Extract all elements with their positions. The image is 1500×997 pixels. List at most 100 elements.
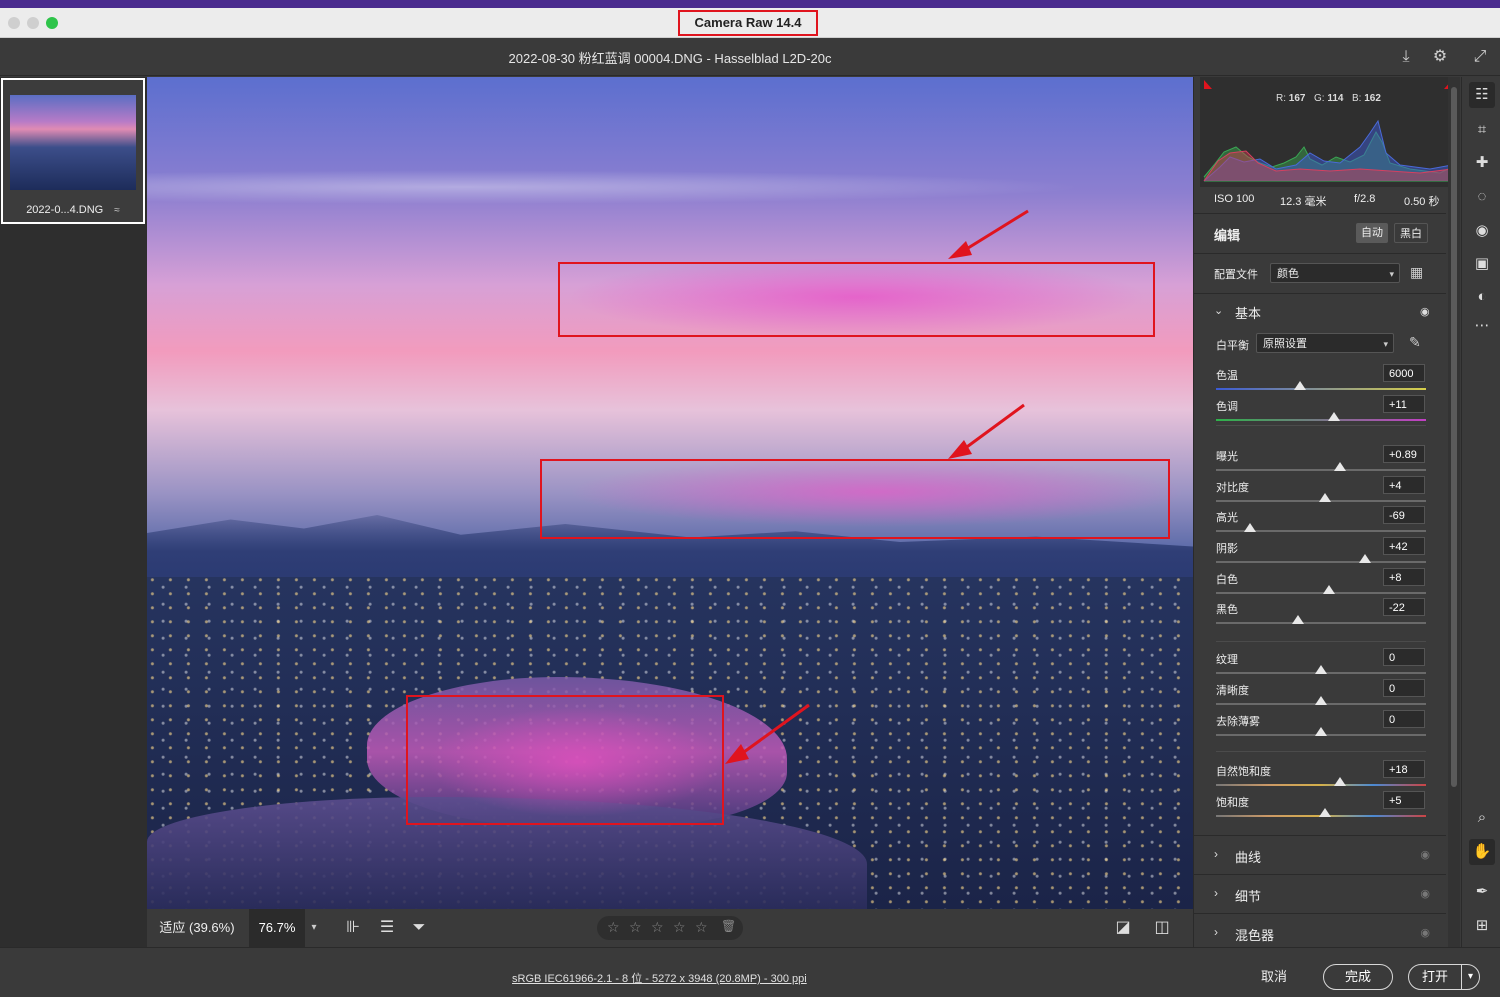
eye-icon[interactable]: ◉ (1420, 305, 1430, 318)
more-icon[interactable]: ⋯ (1469, 313, 1495, 339)
cancel-button[interactable]: 取消 (1248, 964, 1300, 990)
slider-track[interactable] (1216, 622, 1426, 624)
rating-star-5[interactable]: ☆ (695, 919, 708, 936)
annotation-box-lower-cloud (540, 459, 1170, 539)
auto-button[interactable]: 自动 (1356, 223, 1388, 243)
slider-handle[interactable] (1315, 727, 1327, 736)
slider-value-field[interactable]: +42 (1383, 537, 1425, 555)
annotation-box-river (406, 695, 724, 825)
slider-value-field[interactable]: -22 (1383, 598, 1425, 616)
slider-handle[interactable] (1328, 412, 1340, 421)
gear-icon[interactable]: ⚙ (1430, 47, 1450, 67)
rating-star-3[interactable]: ☆ (651, 919, 664, 936)
rating-star-1[interactable]: ☆ (607, 919, 620, 936)
zoom-dropdown-chevron-icon[interactable]: ▾ (305, 909, 323, 947)
panel-scrollbar[interactable] (1448, 77, 1460, 947)
profile-select[interactable]: 颜色 ▾ (1270, 263, 1400, 283)
sort-icon[interactable]: ☰ (377, 918, 397, 938)
slider-value-field[interactable]: 0 (1383, 679, 1425, 697)
annotation-arrow-river (725, 703, 810, 764)
zoom-fit-button[interactable]: 适应 (39.6%) (147, 909, 247, 947)
sampler-icon[interactable]: ✒ (1469, 879, 1495, 905)
slider-track[interactable] (1216, 419, 1426, 421)
before-after-single-icon[interactable]: ◪ (1113, 918, 1133, 938)
slider-handle[interactable] (1315, 696, 1327, 705)
before-after-split-icon[interactable]: ◫ (1152, 918, 1172, 938)
fullscreen-icon[interactable]: ⤢ (1470, 47, 1490, 67)
eye-icon[interactable]: ◉ (1420, 887, 1430, 900)
slider-label: 清晰度 (1216, 685, 1249, 697)
slider-track[interactable] (1216, 784, 1426, 786)
app-title: Camera Raw 14.4 (678, 10, 818, 36)
slider-label: 高光 (1216, 512, 1238, 524)
panel-detail[interactable]: › 细节 ◉ (1194, 874, 1446, 913)
rating-star-4[interactable]: ☆ (673, 919, 686, 936)
panel-curves[interactable]: › 曲线 ◉ (1194, 835, 1446, 874)
slider-handle[interactable] (1334, 462, 1346, 471)
slider-handle[interactable] (1319, 808, 1331, 817)
slider-track[interactable] (1216, 592, 1426, 594)
grid-icon[interactable]: ⊞ (1469, 913, 1495, 939)
slider-handle[interactable] (1359, 554, 1371, 563)
zoom-level-field[interactable]: 76.7% (249, 909, 305, 947)
slider-value-field[interactable]: 0 (1383, 648, 1425, 666)
system-menu-bar (0, 0, 1500, 8)
slider-track[interactable] (1216, 388, 1426, 390)
eye-icon[interactable]: ◉ (1420, 926, 1430, 939)
chevron-down-icon[interactable]: ▾ (1461, 965, 1479, 989)
slider-track[interactable] (1216, 469, 1426, 471)
slider-handle[interactable] (1334, 777, 1346, 786)
hand-icon[interactable]: ✋ (1469, 839, 1495, 865)
profile-browser-icon[interactable]: ▦ (1410, 264, 1423, 281)
slider-value-field[interactable]: +5 (1383, 791, 1425, 809)
image-preview[interactable] (147, 77, 1193, 909)
window-maximize-button[interactable] (46, 17, 58, 29)
slider-handle[interactable] (1294, 381, 1306, 390)
slider-value-field[interactable]: +18 (1383, 760, 1425, 778)
black-white-button[interactable]: 黑白 (1394, 223, 1428, 243)
slider-handle[interactable] (1315, 665, 1327, 674)
slider-label: 色温 (1216, 370, 1238, 382)
rating-star-2[interactable]: ☆ (629, 919, 642, 936)
white-balance-select[interactable]: 原照设置 ▾ (1256, 333, 1394, 353)
filter-icon[interactable]: ⏷ (409, 918, 429, 938)
slider-value-field[interactable]: +8 (1383, 568, 1425, 586)
eye-icon[interactable]: ◉ (1420, 848, 1430, 861)
zoom-icon[interactable]: ⌕ (1469, 805, 1495, 831)
healing-icon[interactable]: ✚ (1469, 150, 1495, 176)
edit-sliders-icon[interactable]: ☷ (1469, 82, 1495, 108)
chevron-right-icon: › (1214, 886, 1218, 900)
slider-value-field[interactable]: +11 (1383, 395, 1425, 413)
slider-value-field[interactable]: 6000 (1383, 364, 1425, 382)
trash-icon[interactable]: 🗑 (721, 919, 736, 933)
slider-value-field[interactable]: +4 (1383, 476, 1425, 494)
window-minimize-button[interactable] (27, 17, 39, 29)
chevron-down-icon[interactable]: ⌄ (1214, 304, 1223, 317)
slider-handle[interactable] (1244, 523, 1256, 532)
snapshots-icon[interactable]: ▣ (1469, 251, 1495, 277)
basic-section-title[interactable]: 基本 (1235, 303, 1261, 322)
b-value: 162 (1364, 93, 1381, 104)
slider-value-field[interactable]: +0.89 (1383, 445, 1425, 463)
slider-handle[interactable] (1323, 585, 1335, 594)
filmstrip-toggle-icon[interactable]: ⊪ (343, 918, 363, 938)
slider-handle[interactable] (1319, 493, 1331, 502)
workflow-options-link[interactable]: sRGB IEC61966-2.1 - 8 位 - 5272 x 3948 (2… (512, 970, 807, 986)
window-close-button[interactable] (8, 17, 20, 29)
crop-icon[interactable]: ⌗ (1469, 117, 1495, 143)
done-button[interactable]: 完成 (1323, 964, 1393, 990)
slider-track[interactable] (1216, 561, 1426, 563)
filmstrip-thumbnail[interactable]: 2022-0...4.DNG ≈ (1, 78, 145, 224)
slider-value-field[interactable]: -69 (1383, 506, 1425, 524)
slider-value-field[interactable]: 0 (1383, 710, 1425, 728)
save-image-icon[interactable]: ⤓ (1396, 47, 1416, 67)
open-button[interactable]: 打开 ▾ (1408, 964, 1480, 990)
red-eye-icon[interactable]: ◉ (1469, 218, 1495, 244)
presets-icon[interactable]: ◐ (1469, 284, 1495, 310)
scrollbar-thumb[interactable] (1451, 87, 1457, 787)
presence-divider (1216, 641, 1426, 642)
g-value: 114 (1327, 93, 1344, 104)
mask-icon[interactable]: ◌ (1469, 184, 1495, 210)
eyedropper-icon[interactable]: ✎ (1409, 334, 1421, 351)
slider-handle[interactable] (1292, 615, 1304, 624)
